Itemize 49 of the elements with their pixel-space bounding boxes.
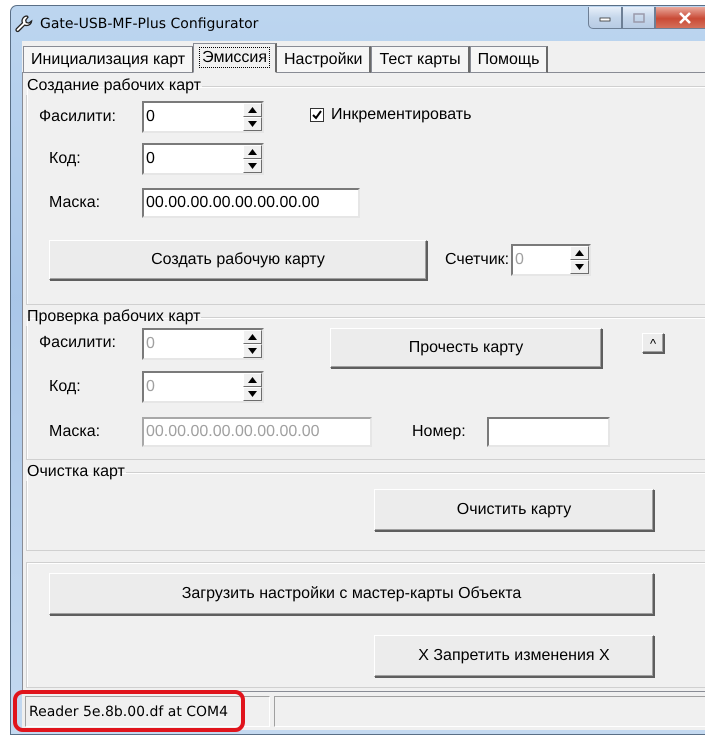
read-card-button[interactable]: Прочесть карту [330, 328, 602, 368]
down-arrow-icon [248, 348, 257, 354]
tab[interactable]: Инициализация карт [23, 46, 194, 73]
mask-field[interactable]: 00.00.00.00.00.00.00.00 [142, 188, 360, 218]
status-text: Reader 5e.8b.00.df at COM4 [25, 696, 270, 727]
create-card-button[interactable]: Создать рабочую карту [49, 240, 427, 280]
field-label: Маска: [48, 423, 102, 441]
clear-card-button[interactable]: Очистить карту [374, 489, 654, 531]
field-label: Фасилити: [39, 108, 117, 126]
spin-box[interactable]: 0 [142, 101, 264, 133]
lock-changes-button[interactable]: X Запретить изменения X [374, 635, 654, 677]
tab[interactable]: Настройки [276, 46, 372, 73]
tab[interactable]: Эмиссия [193, 43, 277, 73]
down-arrow-icon [248, 391, 257, 397]
number-field[interactable] [487, 417, 610, 447]
down-arrow-icon [248, 163, 257, 169]
spin-box[interactable]: 0 [142, 143, 264, 175]
increment-checkbox[interactable]: Инкрементировать [310, 106, 472, 124]
field-label: Счетчик: [444, 251, 510, 269]
field-label: Номер: [411, 423, 467, 441]
down-arrow-icon [248, 121, 257, 127]
field-label: Код: [48, 150, 82, 168]
spin-down-button[interactable] [243, 117, 262, 131]
window-title: Gate-USB-MF-Plus Configurator [40, 16, 260, 32]
group-title: Проверка рабочих карт [26, 308, 202, 326]
group-title: Создание рабочих карт [26, 77, 202, 95]
field-label: Маска: [48, 194, 102, 212]
small-button[interactable]: ^ [642, 333, 664, 353]
close-button[interactable] [655, 7, 705, 29]
close-icon [678, 12, 692, 24]
spin-up-button[interactable] [243, 103, 262, 117]
wrench-icon [14, 14, 34, 34]
spin-down-button[interactable] [243, 159, 262, 173]
spin-up-button[interactable] [243, 145, 262, 159]
up-arrow-icon [248, 107, 257, 113]
up-arrow-icon [248, 149, 257, 155]
up-arrow-icon [248, 377, 257, 383]
field-label: Фасилити: [39, 334, 117, 352]
minimize-button[interactable] [588, 7, 622, 29]
tab[interactable]: Помощь [470, 46, 548, 73]
up-arrow-icon [575, 250, 584, 256]
maximize-icon [632, 12, 644, 22]
tab[interactable]: Тест карты [371, 46, 470, 73]
group-title: Очистка карт [26, 463, 126, 481]
maximize-button[interactable] [622, 7, 655, 29]
load-settings-button[interactable]: Загрузить настройки с мастер-карты Объекта [49, 573, 654, 615]
down-arrow-icon [575, 264, 584, 270]
up-arrow-icon [248, 334, 257, 340]
field-label: Код: [48, 378, 82, 396]
